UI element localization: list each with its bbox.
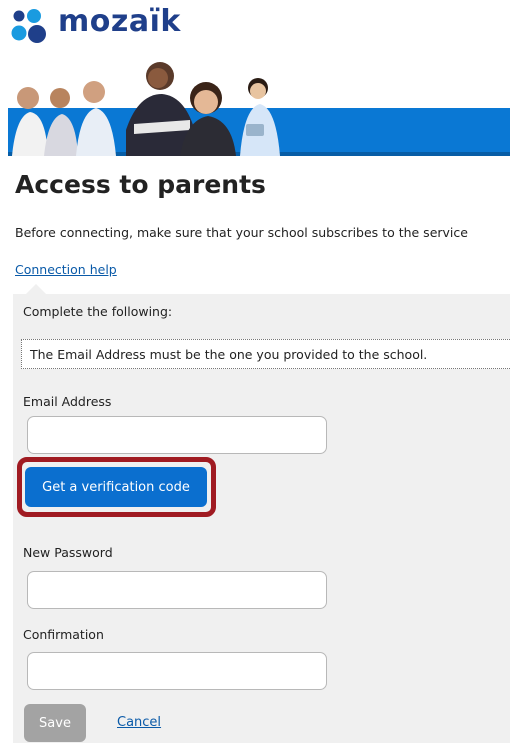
get-verification-code-button[interactable]: Get a verification code [25, 467, 207, 507]
email-label: Email Address [23, 394, 112, 409]
page: mozaïk Access to parents Before connecti… [0, 0, 510, 743]
brand-logo[interactable]: mozaïk [10, 4, 181, 48]
banner-illustration [8, 58, 510, 156]
cancel-link[interactable]: Cancel [117, 715, 161, 730]
brand-name: mozaïk [58, 4, 181, 39]
confirmation-input[interactable] [27, 652, 327, 690]
form-panel: Complete the following: The Email Addres… [13, 294, 510, 743]
notice-text: The Email Address must be the one you pr… [30, 347, 428, 362]
new-password-label: New Password [23, 545, 113, 560]
connection-help-link[interactable]: Connection help [15, 262, 117, 277]
new-password-input[interactable] [27, 571, 327, 609]
panel-pointer [26, 284, 46, 294]
form-instruction: Complete the following: [23, 304, 173, 319]
confirmation-label: Confirmation [23, 627, 104, 642]
mozaik-dots-logo-icon [11, 9, 46, 43]
page-title: Access to parents [15, 170, 266, 199]
save-button[interactable]: Save [24, 704, 86, 742]
email-input[interactable] [27, 416, 327, 454]
banner-people-photo [8, 58, 510, 156]
notice-box: The Email Address must be the one you pr… [21, 339, 510, 369]
intro-text: Before connecting, make sure that your s… [15, 225, 468, 240]
